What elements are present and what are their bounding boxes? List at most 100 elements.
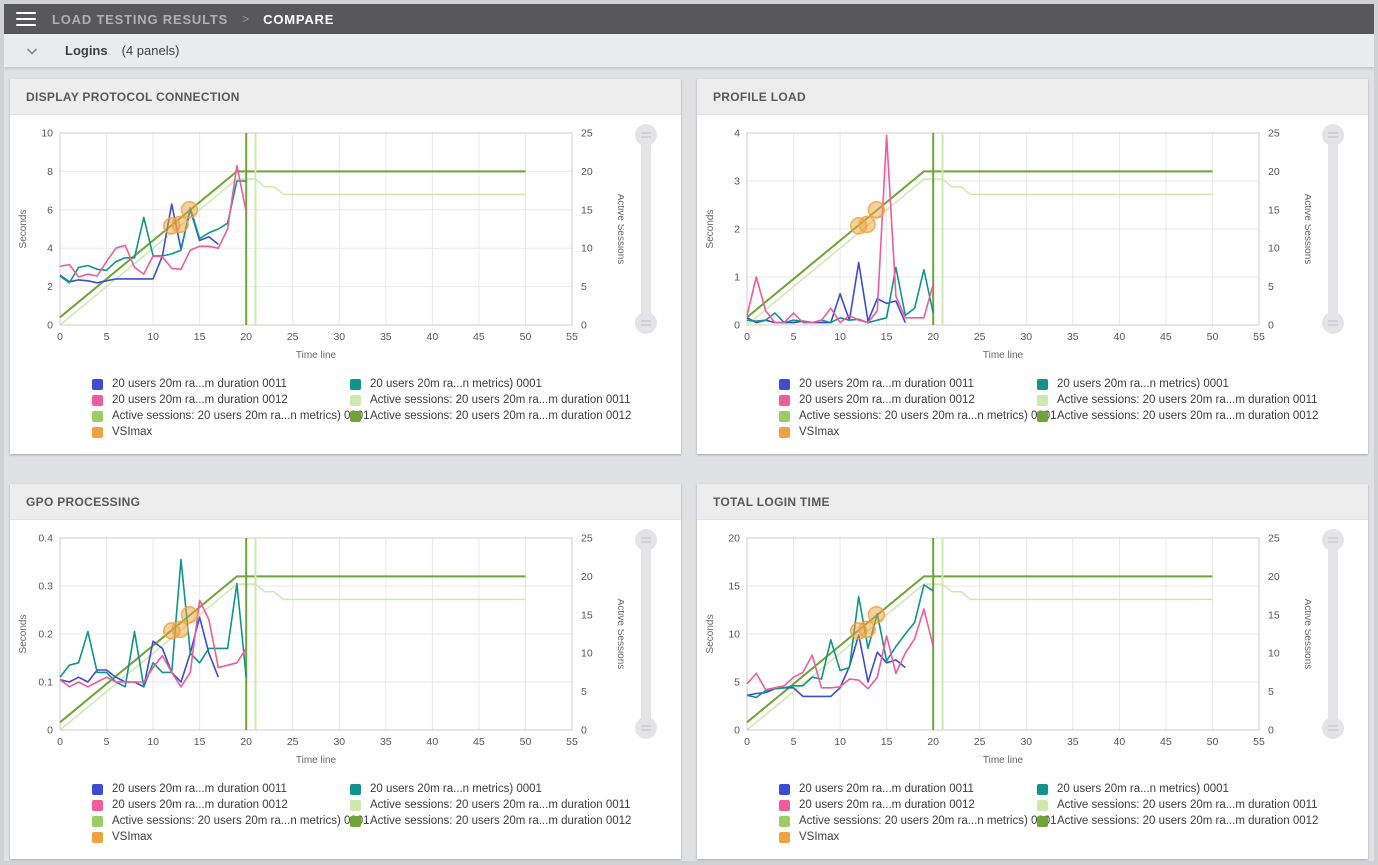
legend-item[interactable]: 20 users 20m ra...n metrics) 0001 <box>350 781 631 797</box>
legend-item[interactable]: 20 users 20m ra...m duration 0011 <box>92 781 350 797</box>
menu-icon[interactable] <box>16 12 36 26</box>
svg-text:Time line: Time line <box>296 350 337 361</box>
legend-item[interactable]: Active sessions: 20 users 20m ra...m dur… <box>1037 797 1318 813</box>
legend-item[interactable]: Active sessions: 20 users 20m ra...m dur… <box>350 797 631 813</box>
svg-text:45: 45 <box>473 331 485 343</box>
panel-title: TOTAL LOGIN TIME <box>713 495 830 509</box>
legend-item[interactable]: Active sessions: 20 users 20m ra...m dur… <box>1037 392 1318 408</box>
svg-text:40: 40 <box>1114 736 1126 748</box>
legend-item[interactable]: Active sessions: 20 users 20m ra...m dur… <box>1037 408 1318 424</box>
page: LOAD TESTING RESULTS > COMPARE Logins (4… <box>4 4 1374 861</box>
slider-track[interactable] <box>641 135 651 323</box>
legend-item[interactable]: Active sessions: 20 users 20m ra...m dur… <box>1037 813 1318 829</box>
legend-item[interactable]: Active sessions: 20 users 20m ra...n met… <box>779 408 1037 424</box>
svg-text:20: 20 <box>927 331 939 343</box>
legend-item[interactable]: 20 users 20m ra...m duration 0011 <box>779 376 1037 392</box>
svg-text:5: 5 <box>791 736 797 748</box>
legend-item[interactable]: Active sessions: 20 users 20m ra...n met… <box>779 813 1037 829</box>
panel-title: DISPLAY PROTOCOL CONNECTION <box>26 90 240 104</box>
legend-item[interactable]: 20 users 20m ra...n metrics) 0001 <box>1037 376 1318 392</box>
legend-label: 20 users 20m ra...m duration 0011 <box>112 783 287 795</box>
svg-text:Seconds: Seconds <box>705 210 716 249</box>
svg-text:1: 1 <box>734 272 740 284</box>
legend-item[interactable]: 20 users 20m ra...m duration 0012 <box>92 797 350 813</box>
legend-item[interactable]: Active sessions: 20 users 20m ra...m dur… <box>350 813 631 829</box>
app-bar: LOAD TESTING RESULTS > COMPARE <box>4 4 1374 34</box>
active-sessions-range-slider <box>1311 526 1355 779</box>
legend-item[interactable]: 20 users 20m ra...m duration 0012 <box>92 392 350 408</box>
legend-item[interactable]: Active sessions: 20 users 20m ra...m dur… <box>350 408 631 424</box>
slider-track[interactable] <box>1328 135 1338 323</box>
svg-text:20: 20 <box>1268 166 1280 178</box>
green-series-swatch-icon <box>779 816 790 827</box>
svg-text:0: 0 <box>734 725 740 737</box>
slider-handle-bottom[interactable] <box>635 312 657 334</box>
slider-handle-bottom[interactable] <box>1322 717 1344 739</box>
svg-text:50: 50 <box>520 736 532 748</box>
legend-label: Active sessions: 20 users 20m ra...m dur… <box>370 815 631 827</box>
legend-item[interactable]: VSImax <box>92 424 350 440</box>
svg-text:3: 3 <box>734 176 740 188</box>
slider-handle-top[interactable] <box>1322 529 1344 551</box>
legend-item[interactable]: 20 users 20m ra...n metrics) 0001 <box>1037 781 1318 797</box>
svg-text:5: 5 <box>581 686 587 698</box>
legend-label: Active sessions: 20 users 20m ra...m dur… <box>1057 394 1318 406</box>
breadcrumb-root[interactable]: LOAD TESTING RESULTS <box>52 12 228 27</box>
legend-item[interactable]: Active sessions: 20 users 20m ra...n met… <box>92 813 350 829</box>
svg-text:45: 45 <box>473 736 485 748</box>
legend-item[interactable]: VSImax <box>779 424 1037 440</box>
svg-text:Seconds: Seconds <box>18 615 29 654</box>
legend-item[interactable]: 20 users 20m ra...n metrics) 0001 <box>350 376 631 392</box>
slider-handle-bottom[interactable] <box>1322 312 1344 334</box>
legend-item[interactable]: 20 users 20m ra...m duration 0011 <box>779 781 1037 797</box>
chart-canvas: 0510152025303540455055012340510152025Tim… <box>701 121 1311 374</box>
legend-label: Active sessions: 20 users 20m ra...m dur… <box>1057 799 1318 811</box>
svg-text:30: 30 <box>333 736 345 748</box>
green-series-swatch-icon <box>779 411 790 422</box>
svg-text:15: 15 <box>728 581 740 593</box>
legend-label: 20 users 20m ra...n metrics) 0001 <box>1057 378 1229 390</box>
legend-label: 20 users 20m ra...m duration 0012 <box>112 799 288 811</box>
legend-item[interactable]: 20 users 20m ra...m duration 0012 <box>779 797 1037 813</box>
legend-label: Active sessions: 20 users 20m ra...n met… <box>112 815 370 827</box>
legend-item[interactable]: 20 users 20m ra...m duration 0012 <box>779 392 1037 408</box>
svg-text:Time line: Time line <box>983 755 1024 766</box>
active-sessions-range-slider <box>624 121 668 374</box>
blue-series-swatch-icon <box>779 379 790 390</box>
pale_green-series-swatch-icon <box>1037 800 1048 811</box>
legend-label: Active sessions: 20 users 20m ra...n met… <box>112 410 370 422</box>
legend-item[interactable]: Active sessions: 20 users 20m ra...n met… <box>92 408 350 424</box>
dark_green-series-swatch-icon <box>350 411 361 422</box>
legend-label: Active sessions: 20 users 20m ra...m dur… <box>370 410 631 422</box>
legend-label: Active sessions: 20 users 20m ra...n met… <box>799 815 1057 827</box>
svg-text:10: 10 <box>41 128 53 140</box>
slider-handle-bottom[interactable] <box>635 717 657 739</box>
legend-item[interactable]: 20 users 20m ra...m duration 0011 <box>92 376 350 392</box>
slider-track[interactable] <box>1328 540 1338 728</box>
svg-text:15: 15 <box>1268 204 1280 216</box>
chart-legend: 20 users 20m ra...m duration 001120 user… <box>701 779 1366 853</box>
svg-text:0: 0 <box>744 331 750 343</box>
svg-text:50: 50 <box>1207 331 1219 343</box>
slider-handle-top[interactable] <box>635 529 657 551</box>
slider-handle-top[interactable] <box>1322 124 1344 146</box>
svg-text:5: 5 <box>581 281 587 293</box>
svg-text:15: 15 <box>581 204 593 216</box>
svg-text:25: 25 <box>287 736 299 748</box>
legend-item[interactable]: VSImax <box>779 829 1037 845</box>
svg-text:10: 10 <box>1268 648 1280 660</box>
slider-handle-top[interactable] <box>635 124 657 146</box>
slider-track[interactable] <box>641 540 651 728</box>
section-header[interactable]: Logins (4 panels) <box>4 34 1374 67</box>
svg-text:50: 50 <box>1207 736 1219 748</box>
legend-item[interactable]: VSImax <box>92 829 350 845</box>
svg-text:5: 5 <box>104 331 110 343</box>
svg-text:15: 15 <box>194 331 206 343</box>
svg-text:0: 0 <box>581 320 587 332</box>
legend-item[interactable]: Active sessions: 20 users 20m ra...m dur… <box>350 392 631 408</box>
chart-canvas: 051015202530354045505500.10.20.30.405101… <box>14 526 624 779</box>
legend-label: 20 users 20m ra...m duration 0012 <box>799 394 975 406</box>
svg-text:20: 20 <box>728 533 740 545</box>
chevron-down-icon[interactable] <box>25 44 39 58</box>
svg-text:Active Sessions: Active Sessions <box>1302 599 1311 670</box>
